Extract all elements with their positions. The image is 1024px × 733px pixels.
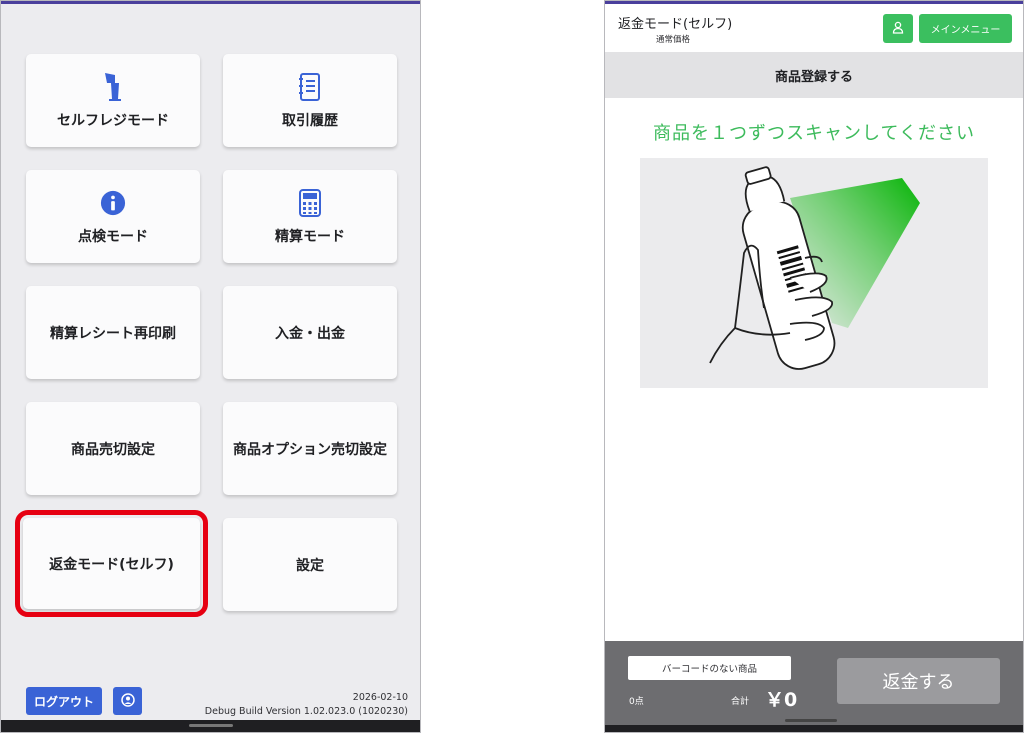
total-label: 合計 — [731, 697, 750, 707]
info-icon — [100, 188, 126, 218]
inspection-mode-button[interactable]: 点検モード — [26, 170, 200, 263]
tile-label: セルフレジモード — [57, 112, 169, 129]
refund-mode-self-button[interactable]: 返金モード(セルフ) — [15, 510, 208, 617]
status-bar — [605, 1, 1023, 4]
settings-button[interactable]: 設定 — [223, 518, 397, 611]
person-icon — [892, 19, 904, 38]
self-checkout-mode-button[interactable]: セルフレジモード — [26, 54, 200, 147]
no-barcode-item-button[interactable]: バーコードのない商品 — [628, 656, 791, 680]
cash-in-out-button[interactable]: 入金・出金 — [223, 286, 397, 379]
kiosk-icon — [100, 72, 126, 102]
tile-label: 設定 — [296, 557, 324, 574]
notebook-icon — [297, 72, 323, 102]
mode-title: 返金モード(セルフ) — [618, 17, 733, 32]
home-indicator[interactable] — [189, 724, 233, 727]
total-value: ￥0 — [765, 689, 798, 711]
section-title: 商品登録する — [774, 69, 853, 85]
home-menu-screen: セルフレジモード 取引履歴 点検モード 精算モード 精算レシート再印刷 入金・出… — [0, 0, 421, 733]
user-icon — [120, 692, 135, 711]
section-header: 商品登録する — [605, 52, 1023, 98]
sold-out-settings-button[interactable]: 商品売切設定 — [26, 402, 200, 495]
user-account-button[interactable] — [113, 687, 142, 715]
price-type-label: 通常価格 — [656, 35, 691, 45]
transaction-history-button[interactable]: 取引履歴 — [223, 54, 397, 147]
checkout-footer: バーコードのない商品 0点 合計 ￥0 返金する — [605, 641, 1023, 725]
option-sold-out-settings-button[interactable]: 商品オプション売切設定 — [223, 402, 397, 495]
item-count: 0点 — [629, 697, 644, 707]
logout-button[interactable]: ログアウト — [26, 687, 102, 715]
settlement-mode-button[interactable]: 精算モード — [223, 170, 397, 263]
tile-label: 取引履歴 — [282, 112, 338, 129]
tile-label: 入金・出金 — [275, 325, 345, 342]
build-version: Debug Build Version 1.02.023.0 (1020230) — [204, 706, 408, 717]
tile-label: 返金モード(セルフ) — [49, 556, 174, 573]
tile-label: 点検モード — [78, 228, 148, 245]
navigation-bar — [605, 725, 1023, 732]
scan-illustration — [640, 158, 988, 388]
version-info: 2026-02-10 Debug Build Version 1.02.023.… — [205, 691, 408, 719]
reprint-settlement-receipt-button[interactable]: 精算レシート再印刷 — [26, 286, 200, 379]
refund-button[interactable]: 返金する — [837, 658, 1000, 704]
tile-label: 商品オプション売切設定 — [233, 441, 387, 458]
tile-label: 精算レシート再印刷 — [50, 325, 176, 342]
refund-mode-screen: 返金モード(セルフ) 通常価格 メインメニュー 商品登録する 商品を１つずつスキ… — [604, 0, 1024, 733]
tile-label: 商品売切設定 — [71, 441, 155, 458]
scan-instruction: 商品を１つずつスキャンしてください — [653, 123, 975, 144]
home-indicator[interactable] — [785, 719, 837, 722]
tile-label: 精算モード — [275, 228, 345, 245]
build-date: 2026-02-10 — [352, 692, 408, 703]
user-account-button[interactable] — [883, 14, 913, 43]
main-menu-button[interactable]: メインメニュー — [919, 14, 1012, 43]
calculator-icon — [297, 188, 323, 218]
status-bar — [1, 1, 420, 4]
